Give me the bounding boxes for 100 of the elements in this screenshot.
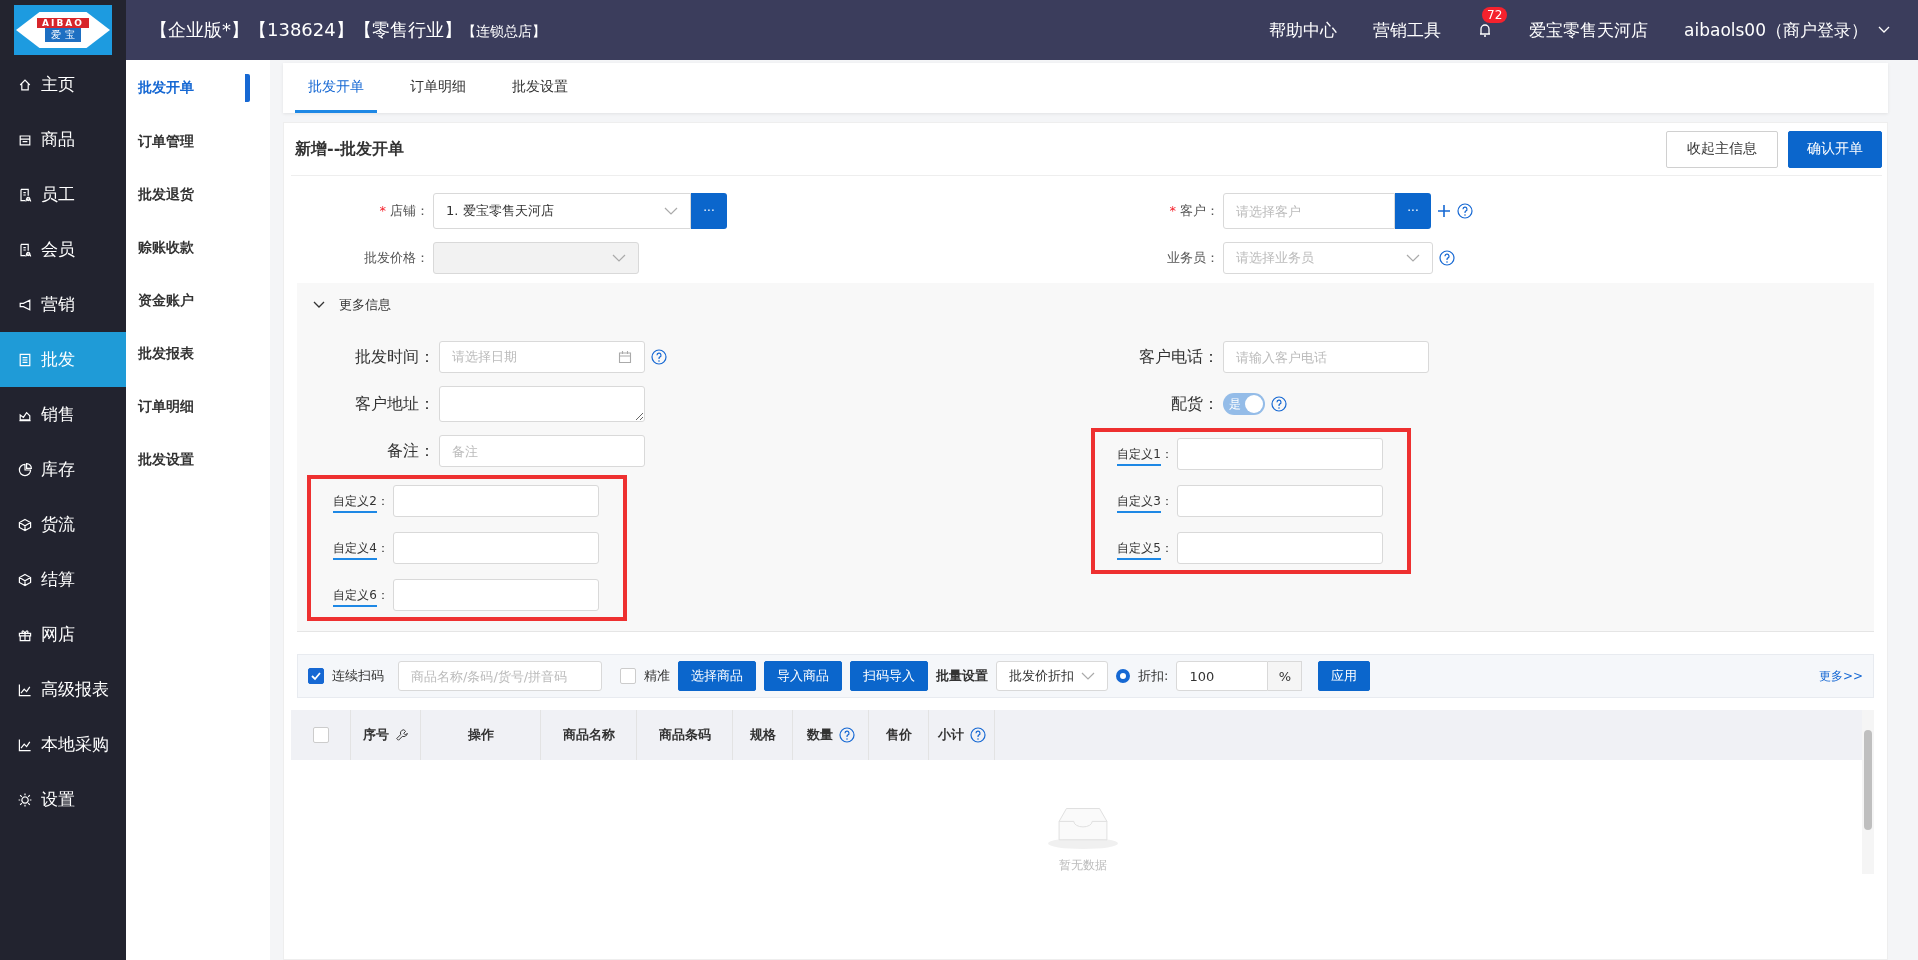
sidebar-item[interactable]: 营销 xyxy=(0,282,126,327)
label-separator: ： xyxy=(1161,446,1173,461)
notification-badge: 72 xyxy=(1482,7,1508,23)
picker-button[interactable]: ··· xyxy=(691,193,727,229)
custom-field-label: 自定义2 xyxy=(333,493,377,513)
help-icon[interactable] xyxy=(969,727,986,743)
text-field[interactable]: 备注 xyxy=(439,435,645,467)
field-label: 批发价格： xyxy=(364,250,429,265)
discount-field[interactable]: 100 xyxy=(1176,661,1269,691)
wrench-icon[interactable] xyxy=(394,728,409,742)
custom-field-label: 自定义3 xyxy=(1117,493,1161,513)
select-field[interactable]: 1. 爱宝零售天河店 xyxy=(433,193,691,229)
field-label: 批发时间： xyxy=(354,346,435,368)
text-field[interactable] xyxy=(1177,438,1383,470)
id-card-icon xyxy=(17,186,33,203)
toolbar-button[interactable]: 扫码导入 xyxy=(850,661,928,691)
checkbox[interactable] xyxy=(308,668,324,684)
help-icon[interactable] xyxy=(1439,250,1455,266)
help-icon[interactable] xyxy=(651,349,667,365)
subnav-item[interactable]: 批发报表 xyxy=(126,327,270,380)
text-field[interactable] xyxy=(393,532,599,564)
search-field[interactable]: 商品名称/条码/货号/拼音码 xyxy=(398,661,602,691)
chevron-icon xyxy=(1081,672,1095,680)
subnav-item[interactable]: 批发退货 xyxy=(126,168,270,221)
text-field[interactable] xyxy=(1177,485,1383,517)
text-field[interactable] xyxy=(393,485,599,517)
more-info-toggle[interactable]: 更多信息 xyxy=(297,293,423,317)
subnav-item[interactable]: 批发开单 xyxy=(126,74,250,102)
required-mark: * xyxy=(379,203,386,218)
scrollbar[interactable] xyxy=(1862,710,1874,874)
sidebar-item[interactable]: 销售 xyxy=(0,392,126,437)
sidebar-item[interactable]: 结算 xyxy=(0,557,126,602)
text-field[interactable]: 请输入客户电话 xyxy=(1223,341,1429,373)
field-label: 配货： xyxy=(1170,393,1219,415)
help-icon[interactable] xyxy=(1457,203,1473,219)
column-header: 商品条码 xyxy=(658,726,711,744)
cube-icon xyxy=(17,516,33,533)
label-separator: ： xyxy=(377,587,389,602)
text-field[interactable] xyxy=(1177,532,1383,564)
pie-chart-icon xyxy=(17,461,33,478)
tab[interactable]: 批发设置 xyxy=(499,63,581,113)
help-icon[interactable] xyxy=(838,727,855,743)
select-all-checkbox[interactable] xyxy=(312,727,329,743)
toolbar-button[interactable]: 导入商品 xyxy=(764,661,842,691)
text-field[interactable]: 请选择客户 xyxy=(1223,193,1395,229)
radio-label: 折扣: xyxy=(1138,667,1169,685)
sidebar-item[interactable]: 网店 xyxy=(0,612,126,657)
radio-button[interactable] xyxy=(1116,669,1130,683)
field-label: 客户电话： xyxy=(1138,346,1219,368)
sidebar-item[interactable]: 会员 xyxy=(0,227,126,272)
toolbar-button[interactable]: 选择商品 xyxy=(678,661,756,691)
sidebar-item[interactable]: 商品 xyxy=(0,117,126,162)
column-header: 小计 xyxy=(937,726,964,744)
sidebar-item[interactable]: 本地采购 xyxy=(0,722,126,767)
percent-suffix: % xyxy=(1268,661,1303,691)
subnav-item[interactable]: 资金账户 xyxy=(126,274,270,327)
field-label: 客户地址： xyxy=(354,393,435,415)
add-icon[interactable] xyxy=(1437,204,1451,218)
column-header: 售价 xyxy=(885,726,912,744)
logo[interactable]: AIBAO 爱 宝 xyxy=(14,5,112,55)
subnav-item[interactable]: 订单明细 xyxy=(126,380,270,433)
settings-icon xyxy=(17,791,33,808)
sidebar-item[interactable]: 员工 xyxy=(0,172,126,217)
logo-subtext: 爱 宝 xyxy=(45,28,81,42)
calendar-icon xyxy=(618,350,632,364)
required-mark: * xyxy=(1169,203,1176,218)
label-separator: ： xyxy=(1161,540,1173,555)
header-link[interactable]: 营销工具 xyxy=(1373,18,1442,42)
custom-field-label: 自定义5 xyxy=(1117,540,1161,560)
sidebar-item[interactable]: 设置 xyxy=(0,777,126,822)
label-separator: ： xyxy=(377,493,389,508)
help-icon[interactable] xyxy=(1271,396,1287,412)
sidebar-item[interactable]: 高级报表 xyxy=(0,667,126,712)
address-field[interactable] xyxy=(439,386,645,422)
tab[interactable]: 批发开单 xyxy=(295,63,377,113)
sidebar-item[interactable]: 货流 xyxy=(0,502,126,547)
subnav-item[interactable]: 订单管理 xyxy=(126,115,270,168)
select-field[interactable]: 批发价折扣 xyxy=(996,661,1108,691)
caret-icon[interactable] xyxy=(313,301,325,309)
subnav-item[interactable]: 赊账收款 xyxy=(126,221,270,274)
field-label: 店铺： xyxy=(390,203,429,218)
header-link[interactable]: 帮助中心 xyxy=(1269,18,1338,42)
store-name[interactable]: 爱宝零售天河店 xyxy=(1529,18,1649,42)
apply-button[interactable]: 应用 xyxy=(1318,661,1371,691)
logo-text: AIBAO xyxy=(37,18,89,28)
user-menu[interactable]: aibaols00（商户登录） xyxy=(1684,18,1868,42)
action-button[interactable]: 收起主信息 xyxy=(1666,130,1778,168)
sidebar-item[interactable]: 主页 xyxy=(0,62,126,107)
label-separator: ： xyxy=(377,540,389,555)
subnav-item[interactable]: 批发设置 xyxy=(126,433,270,486)
tab[interactable]: 订单明细 xyxy=(397,63,479,113)
chevron-icon xyxy=(664,207,678,215)
more-link[interactable]: 更多>> xyxy=(1818,667,1863,685)
column-header: 序号 xyxy=(362,726,389,744)
line-chart-icon xyxy=(17,736,33,753)
field-label: 客户： xyxy=(1180,203,1219,218)
action-button[interactable]: 确认开单 xyxy=(1788,130,1882,168)
picker-button[interactable]: ··· xyxy=(1395,193,1431,229)
sidebar-item[interactable]: 库存 xyxy=(0,447,126,492)
text-field[interactable] xyxy=(393,579,599,611)
